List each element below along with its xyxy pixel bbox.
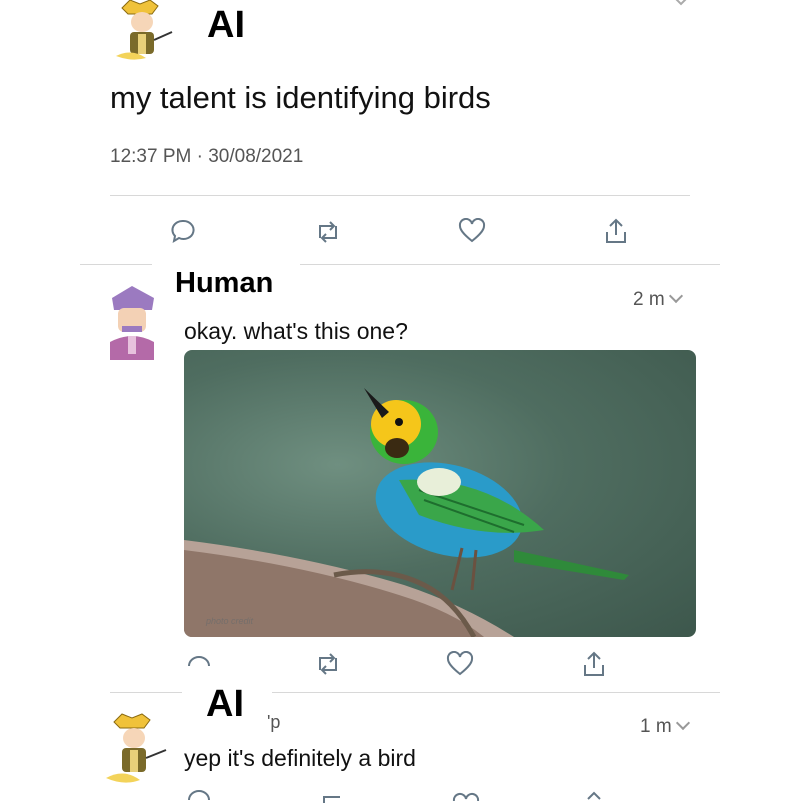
tweet3-text: yep it's definitely a bird <box>184 745 416 771</box>
tweet1-text: my talent is identifying birds <box>110 80 491 115</box>
tweet2-text: okay. what's this one? <box>184 318 408 344</box>
share-icon[interactable] <box>604 217 628 250</box>
ai-avatar[interactable] <box>112 0 182 69</box>
chevron-down-icon[interactable] <box>668 288 683 304</box>
chevron-down-icon[interactable] <box>675 715 690 731</box>
retweet-icon[interactable] <box>314 652 342 681</box>
tweet2-author[interactable]: Human <box>175 267 273 300</box>
divider <box>80 264 152 265</box>
divider <box>300 264 720 265</box>
tweet3-time-text: 1 m <box>640 716 672 737</box>
divider <box>110 692 182 693</box>
like-icon[interactable] <box>458 217 486 249</box>
ai-avatar[interactable] <box>104 712 176 791</box>
tweet1-timestamp: 12:37 PM · 30/08/2021 <box>110 146 304 167</box>
share-icon[interactable] <box>586 788 602 806</box>
retweet-icon[interactable] <box>314 220 342 249</box>
divider <box>110 195 690 196</box>
reply-icon[interactable] <box>186 786 212 805</box>
tweet2-time: 2 m <box>633 288 683 311</box>
like-icon[interactable] <box>446 650 474 682</box>
tweet1-author[interactable]: AI <box>207 4 245 47</box>
tweet3-time: 1 m <box>640 715 690 738</box>
bird-photo[interactable]: photo credit <box>184 350 696 637</box>
share-icon[interactable] <box>582 650 606 683</box>
chevron-down-icon[interactable] <box>672 0 690 12</box>
retweet-icon[interactable] <box>318 790 346 808</box>
image-watermark: photo credit <box>206 616 254 626</box>
like-icon[interactable] <box>452 788 480 806</box>
tweet3-stray-char: 'p <box>267 712 281 732</box>
human-avatar[interactable] <box>104 284 160 365</box>
divider <box>272 692 720 693</box>
reply-icon[interactable] <box>170 218 196 249</box>
tweet3-author[interactable]: AI <box>206 683 244 726</box>
tweet2-time-text: 2 m <box>633 289 665 310</box>
reply-icon[interactable] <box>186 650 212 673</box>
